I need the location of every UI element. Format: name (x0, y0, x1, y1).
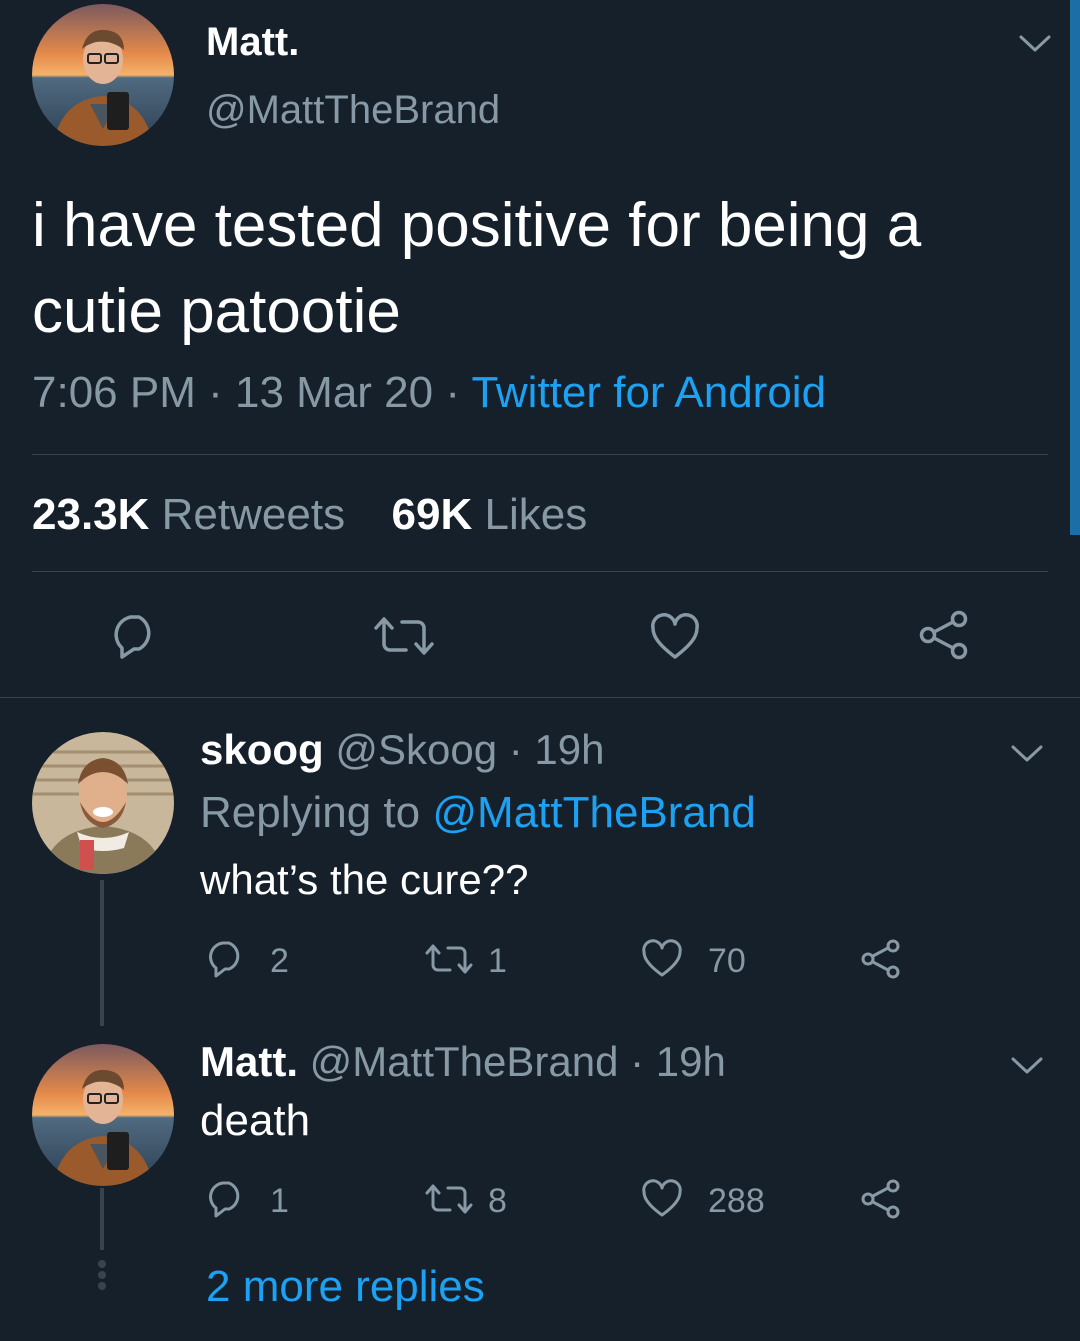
retweet-count: 1 (488, 942, 507, 980)
reply-header: skoog @Skoog · 19h (200, 726, 605, 774)
avatar[interactable] (32, 1044, 174, 1186)
scrollbar[interactable] (1070, 0, 1080, 535)
like-count: 70 (708, 942, 746, 980)
reply-count: 2 (270, 942, 289, 980)
likes-stat[interactable]: 69K Likes (392, 490, 588, 539)
retweets-stat[interactable]: 23.3K Retweets (32, 490, 357, 539)
more-replies-link[interactable]: 2 more replies (206, 1262, 485, 1312)
avatar[interactable] (32, 4, 174, 146)
thread-line (100, 1188, 104, 1250)
tweet-source-link[interactable]: Twitter for Android (471, 368, 826, 417)
replying-prefix: Replying to (200, 788, 421, 837)
chevron-down-icon[interactable] (1018, 34, 1052, 54)
divider (32, 571, 1048, 572)
reply-icon[interactable] (206, 940, 246, 978)
heart-icon[interactable] (641, 939, 683, 978)
tweet-time: 7:06 PM (32, 368, 196, 417)
reply-display-name[interactable]: Matt. (200, 1038, 298, 1085)
retweet-icon[interactable] (372, 614, 436, 658)
likes-label: Likes (484, 490, 588, 539)
share-icon[interactable] (860, 1178, 902, 1220)
tweet-date: 13 Mar 20 (235, 368, 434, 417)
tweet-text-line2: cutie patootie (32, 277, 401, 346)
tweet-text-line1: i have tested positive for being a (32, 191, 922, 260)
like-count: 288 (708, 1182, 765, 1220)
reply-text: death (200, 1096, 311, 1145)
reply-age: · 19h (508, 726, 605, 773)
reply-header: Matt. @MattTheBrand · 19h (200, 1038, 726, 1086)
thread-line (100, 880, 104, 1026)
thread-dots (98, 1260, 106, 1293)
divider (32, 454, 1048, 455)
main-display-name[interactable]: Matt. (206, 20, 299, 65)
main-handle[interactable]: @MattTheBrand (206, 88, 500, 133)
like-count: 69K (391, 490, 473, 539)
heart-icon[interactable] (641, 1179, 683, 1218)
retweet-icon[interactable] (424, 942, 474, 976)
heart-icon[interactable] (650, 613, 700, 660)
divider (0, 697, 1080, 698)
retweets-label: Retweets (161, 490, 346, 539)
replying-to: Replying to @MattTheBrand (200, 788, 756, 838)
reply-age: · 19h (630, 1038, 726, 1085)
retweet-icon[interactable] (424, 1182, 474, 1216)
tweet-stats: 23.3K Retweets 69K Likes (32, 490, 587, 540)
avatar[interactable] (32, 732, 174, 874)
retweet-count: 23.3K (32, 490, 150, 539)
reply-handle[interactable]: @MattTheBrand (310, 1038, 619, 1085)
retweet-count: 8 (488, 1182, 507, 1220)
tweet-metadata: 7:06 PM · 13 Mar 20 · Twitter for Androi… (32, 368, 826, 418)
reply-icon[interactable] (110, 614, 160, 660)
reply-count: 1 (270, 1182, 289, 1220)
share-icon[interactable] (860, 938, 902, 980)
reply-icon[interactable] (206, 1180, 246, 1218)
chevron-down-icon[interactable] (1010, 744, 1044, 764)
chevron-down-icon[interactable] (1010, 1056, 1044, 1076)
replying-handle-link[interactable]: @MattTheBrand (432, 788, 755, 837)
separator: · (208, 368, 223, 417)
reply-handle[interactable]: @Skoog (335, 726, 497, 773)
share-icon[interactable] (918, 610, 970, 660)
reply-text: what’s the cure?? (200, 856, 529, 903)
reply-display-name[interactable]: skoog (200, 726, 324, 773)
separator: · (445, 368, 460, 417)
